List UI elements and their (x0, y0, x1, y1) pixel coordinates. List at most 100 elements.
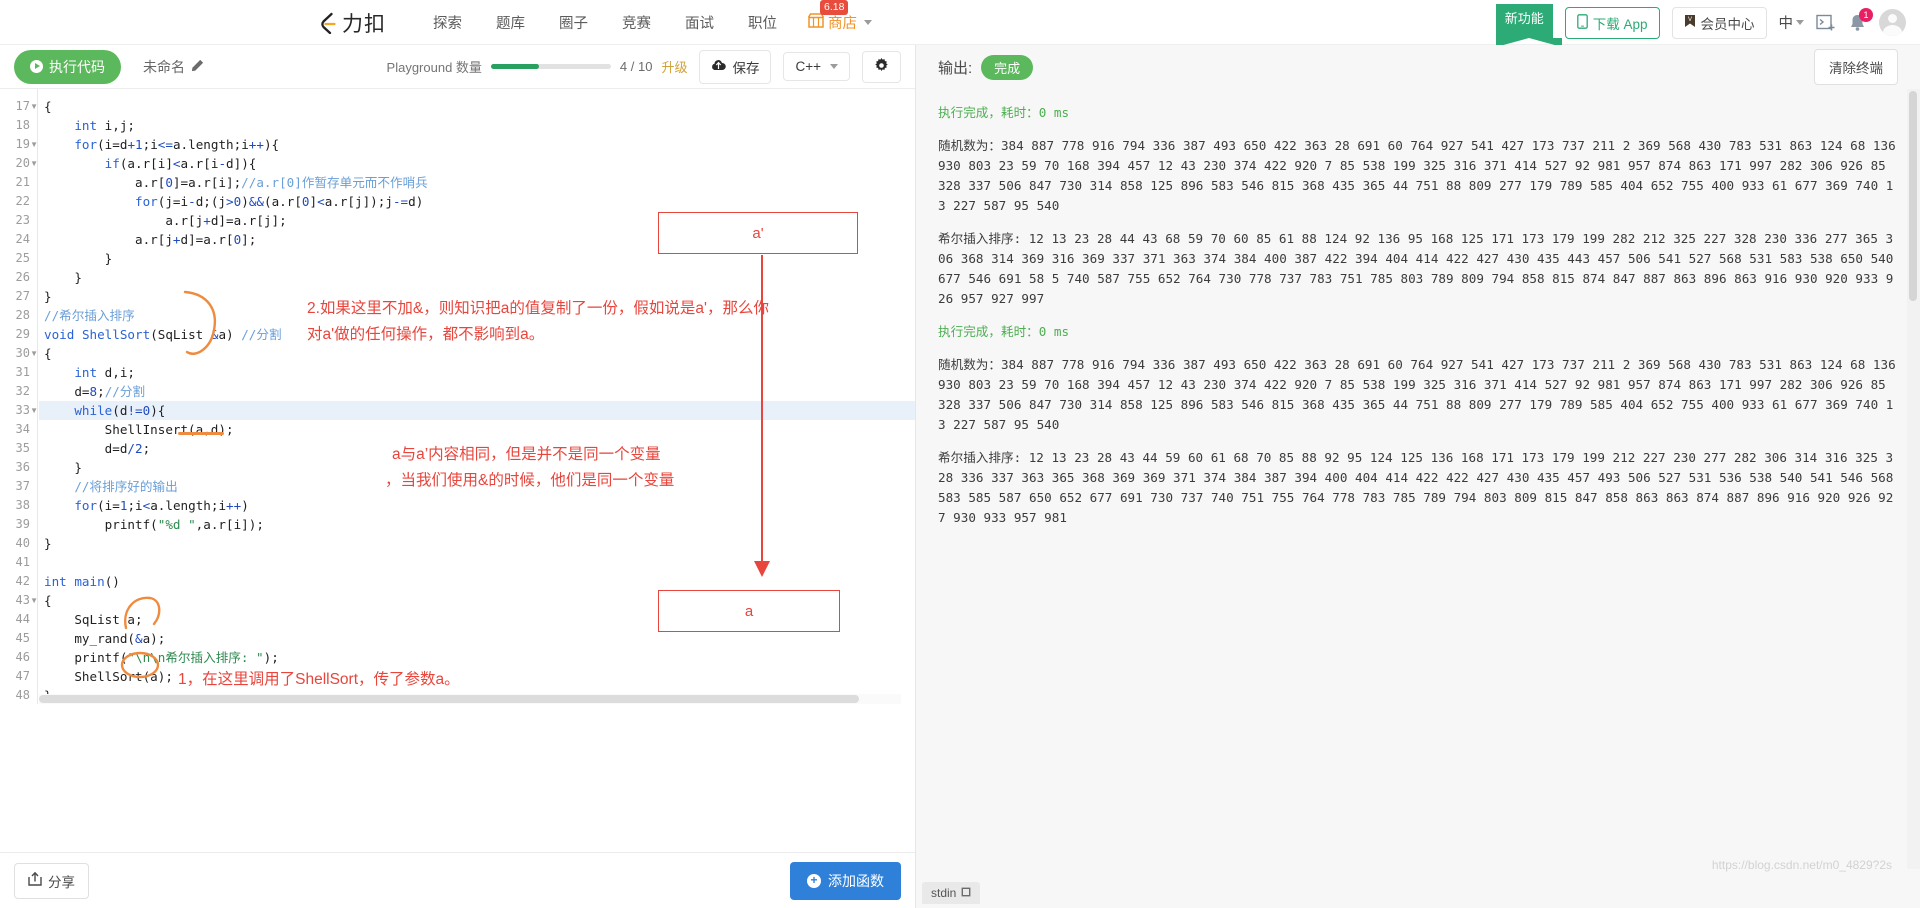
annotation-circle-ampersand-param (183, 290, 217, 355)
vip-bookmark-icon: V (1684, 14, 1696, 31)
code-line[interactable]: } (44, 287, 52, 306)
code-line[interactable]: ShellInsert(a,d); (44, 420, 234, 439)
add-function-button[interactable]: + 添加函数 (790, 861, 901, 900)
line-number: 33 (15, 403, 30, 417)
annotation-note-mid-line2: ，当我们使用&的时候，他们是同一个变量 (385, 472, 675, 489)
nav-item-explore[interactable]: 探索 (416, 12, 479, 33)
line-number: 19 (15, 137, 30, 151)
code-line[interactable]: int d,i; (44, 363, 135, 382)
nav-item-interview[interactable]: 面试 (668, 12, 731, 33)
code-line[interactable]: { (44, 97, 52, 116)
site-header: 力扣 探索 题库 圈子 竞赛 面试 职位 商店 6.18 新功能 下载 App … (0, 0, 1920, 47)
code-fold-toggle[interactable]: ▼ (30, 344, 38, 363)
editor-horizontal-scrollbar[interactable] (39, 694, 901, 704)
cloud-upload-icon (711, 59, 727, 74)
output-console[interactable]: 执行完成，耗时：0 ms 随机数为：384 887 778 916 794 336… (916, 89, 1920, 859)
code-line[interactable]: int i,j; (44, 116, 135, 135)
annotation-underline-d-half (178, 432, 224, 435)
code-line[interactable]: { (44, 344, 52, 363)
code-line[interactable]: a.r[j+d]=a.r[0]; (44, 230, 256, 249)
shop-icon (807, 12, 825, 33)
save-button[interactable]: 保存 (699, 49, 772, 84)
code-line[interactable]: printf("\n\n希尔插入排序: "); (44, 648, 278, 667)
line-number: 18 (15, 118, 30, 132)
line-number: 20 (15, 156, 30, 170)
download-app-button[interactable]: 下载 App (1564, 6, 1660, 39)
code-line[interactable]: while(d!=0){ (44, 401, 165, 420)
code-line[interactable]: for(i=d+1;i<=a.length;i++){ (44, 135, 279, 154)
code-fold-toggle[interactable]: ▼ (30, 97, 38, 116)
code-fold-toggle[interactable]: ▼ (30, 135, 38, 154)
language-selector[interactable]: C++ (783, 52, 850, 81)
code-fold-toggle[interactable]: ▼ (30, 401, 38, 420)
line-number: 37 (15, 479, 30, 493)
run-code-button[interactable]: 执行代码 (14, 49, 121, 84)
output-text-line: 希尔插入排序: 12 13 23 28 43 44 59 60 61 68 70… (938, 450, 1901, 525)
code-fold-toggle[interactable]: ▼ (30, 154, 38, 173)
code-line[interactable]: d=8;//分割 (44, 382, 145, 401)
chevron-down-icon (830, 64, 838, 69)
code-line[interactable]: { (44, 591, 52, 610)
code-line[interactable]: a.r[j+d]=a.r[j]; (44, 211, 286, 230)
plus-icon: + (807, 873, 821, 888)
share-label: 分享 (48, 874, 75, 890)
annotation-note-2-line1: 2.如果这里不加&，则知识把a的值复制了一份，假如说是a'，那么你 (307, 300, 769, 317)
line-number: 45 (15, 631, 30, 645)
chevron-down-icon (864, 20, 872, 25)
avatar[interactable] (1879, 9, 1906, 36)
code-line[interactable]: int main() (44, 572, 120, 591)
line-number: 48 (15, 688, 30, 702)
code-line[interactable]: } (44, 534, 52, 553)
notifications-button[interactable]: 1 (1848, 7, 1873, 33)
clear-terminal-button[interactable]: 清除终端 (1814, 49, 1898, 85)
line-number: 21 (15, 175, 30, 189)
code-line[interactable]: if(a.r[i]<a.r[i-d]){ (44, 154, 257, 173)
nav-item-problems[interactable]: 题库 (479, 12, 542, 33)
nav-item-jobs[interactable]: 职位 (731, 12, 794, 33)
watermark: https://blog.csdn.net/m0_4829?2s (1711, 858, 1892, 872)
pencil-edit-icon[interactable] (191, 59, 204, 75)
share-button[interactable]: 分享 (14, 862, 89, 899)
code-line[interactable]: //将排序好的输出 (44, 477, 177, 496)
code-line[interactable]: for(i=1;i<a.length;i++) (44, 496, 248, 515)
output-vertical-scrollbar[interactable] (1907, 89, 1920, 869)
code-line[interactable]: } (44, 458, 82, 477)
line-number: 26 (15, 270, 30, 284)
annotation-box-a: a (658, 590, 840, 632)
line-number: 17 (15, 99, 30, 113)
code-line[interactable]: printf("%d ",a.r[i]); (44, 515, 264, 534)
line-number: 31 (15, 365, 30, 379)
code-line[interactable]: void ShellSort(SqList &a) //分割 (44, 325, 282, 344)
code-fold-toggle[interactable]: ▼ (30, 591, 38, 610)
nav-item-shop[interactable]: 商店 6.18 (794, 0, 886, 33)
language-switcher[interactable]: 中 (1779, 12, 1804, 33)
settings-button[interactable] (862, 50, 901, 83)
line-number: 27 (15, 289, 30, 303)
brand-logo[interactable]: 力扣 (318, 8, 386, 38)
code-line[interactable]: } (44, 249, 113, 268)
annotation-circle-shellsort-arg (120, 651, 160, 679)
annotation-arrow-head (754, 561, 770, 577)
active-line-highlight (39, 401, 915, 420)
terminal-plus-icon (1816, 14, 1835, 30)
line-number: 22 (15, 194, 30, 208)
nav-item-community[interactable]: 圈子 (542, 12, 605, 33)
code-line[interactable]: a.r[0]=a.r[i];//a.r[0]作暂存单元而不作哨兵 (44, 173, 428, 192)
main-navigation: 力扣 探索 题库 圈子 竞赛 面试 职位 商店 6.18 (318, 0, 886, 45)
output-scroll-thumb[interactable] (1909, 91, 1917, 301)
code-line[interactable]: for(j=i-d;(j>0)&&(a.r[0]<a.r[j]);j-=d) (44, 192, 423, 211)
nav-item-contest[interactable]: 竞赛 (605, 12, 668, 33)
upgrade-link[interactable]: 升级 (661, 57, 687, 76)
line-number: 39 (15, 517, 30, 531)
editor-hscroll-thumb[interactable] (39, 695, 859, 703)
stdin-tab[interactable]: stdin (922, 882, 981, 904)
membership-button[interactable]: V 会员中心 (1671, 6, 1767, 39)
notification-badge: 1 (1859, 7, 1873, 22)
code-line[interactable]: d=d/2; (44, 439, 151, 458)
new-playground-button[interactable] (1816, 13, 1836, 33)
editor-toolbar: 执行代码 未命名 Playground 数量 4 / 10 升级 保存 C++ (0, 45, 915, 89)
code-line[interactable]: //希尔插入排序 (44, 306, 135, 325)
file-name-field[interactable]: 未命名 (143, 57, 204, 77)
code-line[interactable]: } (44, 268, 82, 287)
line-number: 28 (15, 308, 30, 322)
